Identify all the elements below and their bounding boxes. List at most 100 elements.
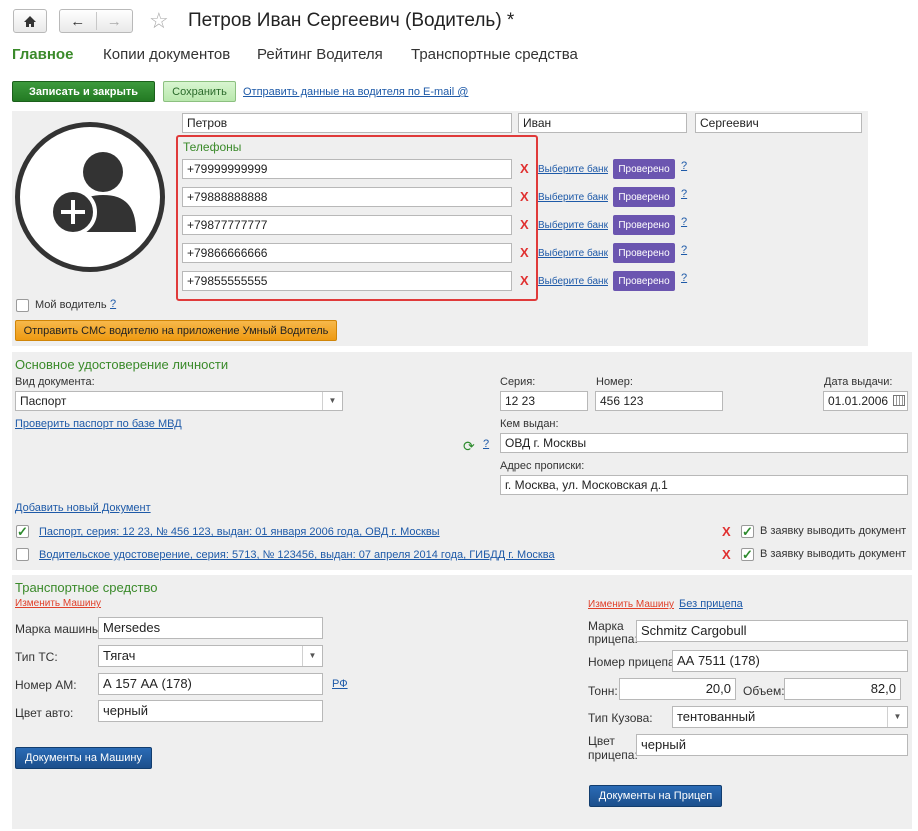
verified-button-1[interactable]: Проверено: [613, 159, 675, 179]
favorite-star-icon[interactable]: ☆: [149, 8, 169, 34]
remove-doc-1-icon[interactable]: X: [722, 524, 731, 539]
doc-2-link[interactable]: Водительское удостоверение, серия: 5713,…: [39, 549, 555, 561]
car-color-field[interactable]: черный: [98, 700, 323, 722]
forward-arrow-icon[interactable]: →: [96, 13, 132, 30]
save-and-close-button[interactable]: Записать и закрыть: [12, 81, 155, 102]
change-car-link[interactable]: Изменить Машину: [15, 598, 101, 609]
issued-by-label: Кем выдан:: [500, 418, 559, 430]
last-name-field[interactable]: Петров: [182, 113, 512, 133]
trailer-color-field[interactable]: черный: [636, 734, 908, 756]
car-brand-label: Марка машины:: [15, 622, 104, 636]
trailer-color-label-1: Цвет: [588, 734, 615, 748]
doc-type-select[interactable]: Паспорт ▼: [15, 391, 343, 411]
remove-phone-1-icon[interactable]: X: [520, 161, 529, 176]
remove-phone-4-icon[interactable]: X: [520, 245, 529, 260]
trailer-brand-field[interactable]: Schmitz Cargobull: [636, 620, 908, 642]
issue-date-value: 01.01.2006: [828, 394, 889, 408]
vehicle-type-label: Тип ТС:: [15, 650, 58, 664]
avatar-add-photo[interactable]: [15, 122, 165, 272]
help-icon-4[interactable]: ?: [681, 244, 687, 256]
refresh-icon[interactable]: ⟳: [463, 438, 475, 455]
doc-2-output-checkbox[interactable]: ✓: [741, 548, 754, 561]
back-arrow-icon[interactable]: ←: [60, 13, 96, 30]
remove-phone-5-icon[interactable]: X: [520, 273, 529, 288]
chevron-down-icon[interactable]: ▼: [302, 646, 322, 666]
no-trailer-link[interactable]: Без прицепа: [679, 598, 743, 610]
first-name-field[interactable]: Иван: [518, 113, 687, 133]
issue-date-field[interactable]: 01.01.2006: [823, 391, 908, 411]
my-driver-label: Мой водитель: [35, 299, 107, 311]
trailer-plate-field[interactable]: АА 7511 (178): [672, 650, 908, 672]
vehicle-type-value: Тягач: [103, 648, 136, 663]
issued-by-help-icon[interactable]: ?: [483, 438, 489, 450]
check-passport-link[interactable]: Проверить паспорт по базе МВД: [15, 418, 182, 430]
vehicle-type-select[interactable]: Тягач ▼: [98, 645, 323, 667]
chevron-down-icon[interactable]: ▼: [887, 707, 907, 727]
remove-phone-2-icon[interactable]: X: [520, 189, 529, 204]
verified-button-3[interactable]: Проверено: [613, 215, 675, 235]
car-documents-button[interactable]: Документы на Машину: [15, 747, 152, 769]
body-type-select[interactable]: тентованный ▼: [672, 706, 908, 728]
tons-label: Тонн:: [588, 684, 618, 698]
select-bank-link-1[interactable]: Выберите банк: [538, 164, 608, 175]
tons-field[interactable]: 20,0: [619, 678, 736, 700]
doc-2-checkbox[interactable]: [16, 548, 29, 561]
doc-type-label: Вид документа:: [15, 376, 95, 388]
phone-field-3[interactable]: +79877777777: [182, 215, 512, 235]
trailer-color-label-2: прицепа:: [588, 748, 638, 762]
home-button[interactable]: [13, 9, 47, 33]
verified-button-2[interactable]: Проверено: [613, 187, 675, 207]
my-driver-checkbox[interactable]: [16, 299, 29, 312]
trailer-plate-label: Номер прицепа:: [588, 655, 679, 669]
my-driver-help-icon[interactable]: ?: [110, 298, 116, 310]
tab-doc-copies[interactable]: Копии документов: [103, 46, 230, 63]
address-field[interactable]: г. Москва, ул. Московская д.1: [500, 475, 908, 495]
plate-field[interactable]: А 157 АА (178): [98, 673, 323, 695]
trailer-brand-label-1: Марка: [588, 619, 624, 633]
remove-doc-2-icon[interactable]: X: [722, 547, 731, 562]
remove-phone-3-icon[interactable]: X: [520, 217, 529, 232]
send-email-link[interactable]: Отправить данные на водителя по E-mail @: [243, 86, 468, 98]
page-title: Петров Иван Сергеевич (Водитель) *: [188, 10, 515, 31]
number-label: Номер:: [596, 376, 633, 388]
help-icon-3[interactable]: ?: [681, 216, 687, 228]
issued-by-field[interactable]: ОВД г. Москвы: [500, 433, 908, 453]
series-label: Серия:: [500, 376, 536, 388]
series-field[interactable]: 12 23: [500, 391, 588, 411]
help-icon-5[interactable]: ?: [681, 272, 687, 284]
chevron-down-icon[interactable]: ▼: [322, 392, 342, 410]
calendar-icon[interactable]: [893, 395, 905, 406]
volume-field[interactable]: 82,0: [784, 678, 901, 700]
help-icon-2[interactable]: ?: [681, 188, 687, 200]
phone-field-4[interactable]: +79866666666: [182, 243, 512, 263]
verified-button-5[interactable]: Проверено: [613, 271, 675, 291]
plate-region-link[interactable]: РФ: [332, 678, 348, 690]
trailer-documents-button[interactable]: Документы на Прицеп: [589, 785, 722, 807]
tab-vehicles[interactable]: Транспортные средства: [411, 46, 578, 63]
tab-driver-rating[interactable]: Рейтинг Водителя: [257, 46, 383, 63]
tab-main[interactable]: Главное: [12, 46, 73, 63]
middle-name-field[interactable]: Сергеевич: [695, 113, 862, 133]
issue-date-label: Дата выдачи:: [824, 376, 893, 388]
car-color-label: Цвет авто:: [15, 706, 74, 720]
phone-field-1[interactable]: +79999999999: [182, 159, 512, 179]
phone-field-2[interactable]: +79888888888: [182, 187, 512, 207]
save-button[interactable]: Сохранить: [163, 81, 236, 102]
verified-button-4[interactable]: Проверено: [613, 243, 675, 263]
number-field[interactable]: 456 123: [595, 391, 723, 411]
doc-1-output-checkbox[interactable]: ✓: [741, 525, 754, 538]
help-icon-1[interactable]: ?: [681, 160, 687, 172]
change-trailer-link[interactable]: Изменить Машину: [588, 599, 674, 610]
phone-field-5[interactable]: +79855555555: [182, 271, 512, 291]
select-bank-link-2[interactable]: Выберите банк: [538, 192, 608, 203]
car-brand-field[interactable]: Mersedes: [98, 617, 323, 639]
select-bank-link-4[interactable]: Выберите банк: [538, 248, 608, 259]
select-bank-link-3[interactable]: Выберите банк: [538, 220, 608, 231]
select-bank-link-5[interactable]: Выберите банк: [538, 276, 608, 287]
send-sms-button[interactable]: Отправить СМС водителю на приложение Умн…: [15, 320, 337, 341]
doc-1-link[interactable]: Паспорт, серия: 12 23, № 456 123, выдан:…: [39, 526, 440, 538]
doc-1-checkbox[interactable]: ✓: [16, 525, 29, 538]
add-document-link[interactable]: Добавить новый Документ: [15, 502, 151, 514]
doc-type-value: Паспорт: [20, 394, 67, 408]
body-type-label: Тип Кузова:: [588, 711, 653, 725]
